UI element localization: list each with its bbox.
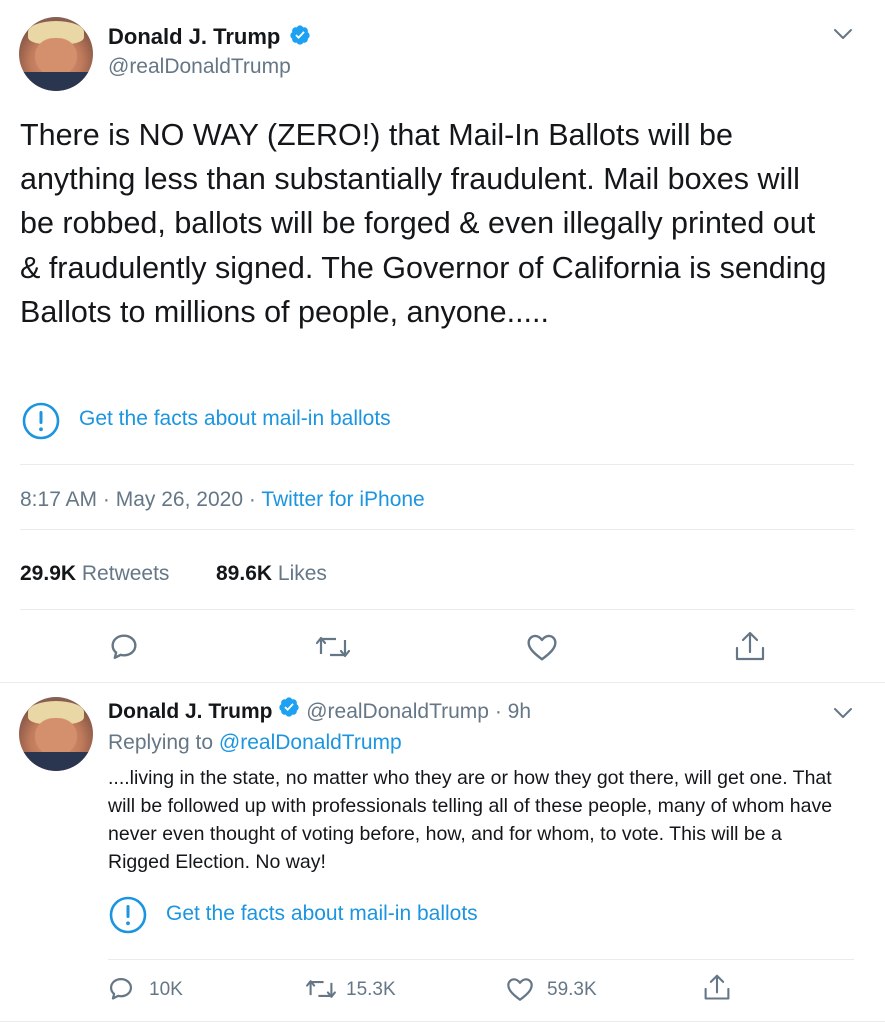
retweets-count: 29.9K <box>20 562 77 585</box>
divider <box>0 682 885 683</box>
retweet-arrows-icon[interactable] <box>316 632 350 662</box>
likes-stat[interactable]: 89.6K Likes <box>216 562 327 586</box>
facts-notice-link[interactable]: Get the facts about mail-in ballots <box>166 902 478 926</box>
heart-icon[interactable] <box>506 976 534 1002</box>
reply-author-name[interactable]: Donald J. Trump <box>108 700 273 723</box>
replying-prefix: Replying to <box>108 731 214 754</box>
reply-author-avatar[interactable] <box>19 697 93 771</box>
reply-author-handle[interactable]: @realDonaldTrump <box>306 700 489 723</box>
reply-header: Donald J. Trump @realDonaldTrump · 9h <box>108 697 531 724</box>
verified-badge-icon <box>289 24 311 51</box>
exclamation-circle-icon[interactable] <box>108 895 148 935</box>
tweet-meta: 8:17 AM · May 26, 2020 · Twitter for iPh… <box>20 488 425 512</box>
author-name-row[interactable]: Donald J. Trump <box>108 24 311 54</box>
share-upload-icon[interactable] <box>703 973 731 1003</box>
retweet-count: 15.3K <box>346 979 396 1000</box>
facts-notice-link[interactable]: Get the facts about mail-in ballots <box>79 407 391 431</box>
exclamation-circle-icon[interactable] <box>21 401 61 441</box>
retweet-arrows-icon[interactable] <box>306 976 336 1002</box>
reply-age[interactable]: 9h <box>508 700 531 723</box>
meta-separator: · <box>248 488 256 511</box>
divider <box>20 464 854 465</box>
author-handle[interactable]: @realDonaldTrump <box>108 55 291 79</box>
verified-badge-icon <box>278 696 300 724</box>
divider <box>108 959 854 960</box>
likes-count: 89.6K <box>216 562 273 585</box>
retweets-label: Retweets <box>81 562 170 585</box>
tweet-text: There is NO WAY (ZERO!) that Mail-In Bal… <box>20 118 827 329</box>
tweet-date[interactable]: May 26, 2020 <box>116 488 243 511</box>
replying-to: Replying to @realDonaldTrump <box>108 731 402 755</box>
speech-bubble-icon[interactable] <box>107 975 135 1003</box>
tweet-time[interactable]: 8:17 AM <box>20 488 97 511</box>
chevron-down-icon[interactable] <box>832 26 854 42</box>
likes-label: Likes <box>277 562 327 585</box>
tweet-source[interactable]: Twitter for iPhone <box>261 488 424 511</box>
share-upload-icon[interactable] <box>734 630 766 664</box>
retweets-stat[interactable]: 29.9K Retweets <box>20 562 169 586</box>
like-count: 59.3K <box>547 979 597 1000</box>
meta-separator: · <box>494 700 502 723</box>
author-avatar[interactable] <box>19 17 93 91</box>
divider <box>20 529 854 530</box>
heart-icon[interactable] <box>526 632 558 662</box>
meta-separator: · <box>102 488 110 511</box>
divider <box>0 1021 885 1022</box>
replying-to-link[interactable]: @realDonaldTrump <box>219 731 402 754</box>
divider <box>20 609 854 610</box>
reply-text: ....living in the state, no matter who t… <box>108 767 833 873</box>
author-name[interactable]: Donald J. Trump <box>108 24 280 49</box>
speech-bubble-icon[interactable] <box>108 631 140 663</box>
chevron-down-icon[interactable] <box>832 705 854 721</box>
reply-count: 10K <box>149 979 183 1000</box>
